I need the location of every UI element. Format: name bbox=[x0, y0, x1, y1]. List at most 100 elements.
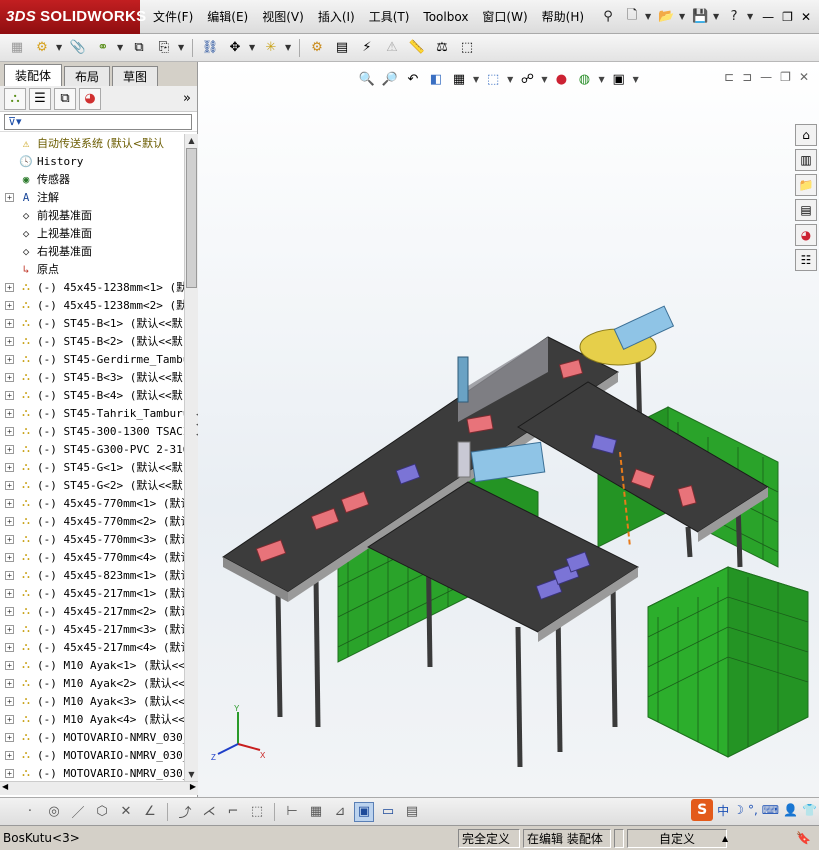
shaded-sketch-icon[interactable]: ▣ bbox=[354, 801, 374, 822]
conveyor-assembly-model[interactable] bbox=[218, 247, 818, 787]
scroll-right-icon[interactable]: ▶ bbox=[190, 782, 196, 791]
open-folder-icon[interactable]: 📂 bbox=[655, 6, 677, 28]
scene-icon[interactable]: ◍ bbox=[575, 70, 593, 88]
menu-toolbox[interactable]: Toolbox bbox=[416, 10, 475, 24]
menu-edit[interactable]: 编辑(E) bbox=[200, 8, 255, 25]
feature-manager-icon[interactable]: ⛬ bbox=[4, 87, 26, 110]
expand-icon[interactable]: + bbox=[5, 570, 14, 580]
fasteners-dropdown-icon[interactable]: ▼ bbox=[285, 43, 293, 52]
status-units[interactable]: 自定义 bbox=[627, 828, 727, 848]
minimize-icon[interactable]: — bbox=[762, 10, 774, 24]
polygon-icon[interactable]: ⬡ bbox=[92, 802, 112, 822]
section-view-icon[interactable]: ⬚ bbox=[456, 37, 478, 59]
previous-view-icon[interactable]: ↶ bbox=[404, 70, 422, 88]
graphics-area[interactable]: 🔍 🔎 ↶ ◧ ▦ ▼ ⬚ ▼ ☍ ▼ ● ◍ ▼ ▣ ▼ ⊏ ⊐ — ❐ ✕ ⌂ ▥ 📁… bbox=[198, 62, 819, 797]
expand-icon[interactable]: + bbox=[5, 372, 14, 382]
expand-icon[interactable]: + bbox=[5, 534, 14, 544]
dimension-icon[interactable]: ⊢ bbox=[282, 802, 302, 822]
gear-icon[interactable]: ⚙ bbox=[306, 37, 328, 59]
file-explorer-icon[interactable]: 📁 bbox=[795, 174, 817, 196]
section-view-icon[interactable]: ◧ bbox=[427, 70, 445, 88]
appearances-icon[interactable]: ◕ bbox=[795, 224, 817, 246]
punctuation-icon[interactable]: °, bbox=[748, 803, 758, 817]
design-library-icon[interactable]: ▥ bbox=[795, 149, 817, 171]
mirror-icon[interactable]: ⋌ bbox=[199, 802, 219, 822]
expand-icon[interactable]: + bbox=[5, 318, 14, 328]
tree-node[interactable]: + ⛬ (-) 45x45-1238mm<2> (默 bbox=[0, 296, 184, 314]
split-left-icon[interactable]: ⊏ bbox=[724, 70, 734, 84]
tree-node[interactable]: + ⛬ (-) ST45-B<1> (默认<<默 bbox=[0, 314, 184, 332]
line-icon[interactable]: ／ bbox=[68, 802, 88, 822]
doc-close-icon[interactable]: ✕ bbox=[799, 70, 809, 84]
scene-dropdown-icon[interactable]: ▼ bbox=[598, 75, 604, 84]
pin-icon[interactable]: ⚲ bbox=[597, 6, 619, 28]
tree-node[interactable]: ↳ 原点 bbox=[0, 260, 184, 278]
expand-icon[interactable]: + bbox=[5, 192, 14, 202]
ime-logo[interactable]: S bbox=[691, 799, 714, 821]
tree-horizontal-scrollbar[interactable]: ◀ ▶ bbox=[0, 781, 198, 795]
solidworks-logo[interactable]: 3DS SOLIDWORKS bbox=[0, 0, 146, 34]
expand-icon[interactable]: + bbox=[5, 642, 14, 652]
expand-icon[interactable]: + bbox=[5, 606, 14, 616]
appearance-icon[interactable]: ● bbox=[552, 70, 570, 88]
expand-icon[interactable]: + bbox=[5, 426, 14, 436]
menu-tools[interactable]: 工具(T) bbox=[362, 8, 417, 25]
assembly-dropdown-icon[interactable]: ▼ bbox=[117, 43, 125, 52]
chevron-right-icon[interactable]: » bbox=[183, 91, 191, 106]
smart-fasteners-icon[interactable]: ✳ bbox=[260, 37, 282, 59]
doc-restore-icon[interactable]: ❐ bbox=[780, 70, 791, 84]
expand-icon[interactable]: + bbox=[5, 300, 14, 310]
tree-node[interactable]: + ⛬ (-) 45x45-770mm<4> (默认 bbox=[0, 548, 184, 566]
menu-view[interactable]: 视图(V) bbox=[255, 8, 311, 25]
display-dropdown-icon[interactable]: ▼ bbox=[541, 75, 547, 84]
tree-node[interactable]: ◇ 上视基准面 bbox=[0, 224, 184, 242]
tree-node[interactable]: 🕓 History bbox=[0, 152, 184, 170]
grid-icon[interactable]: ▦ bbox=[306, 802, 326, 822]
options-icon[interactable]: ⚙ bbox=[31, 37, 53, 59]
expand-icon[interactable]: + bbox=[5, 552, 14, 562]
new-dropdown-icon[interactable]: ▼ bbox=[645, 12, 653, 21]
tree-node[interactable]: + ⛬ (-) ST45-300-1300 TSACI bbox=[0, 422, 184, 440]
tree-node[interactable]: + ⛬ (-) ST45-B<4> (默认<<默 bbox=[0, 386, 184, 404]
tree-node[interactable]: + ⛬ (-) ST45-G<1> (默认<<默 bbox=[0, 458, 184, 476]
display-style-icon[interactable]: ☍ bbox=[518, 70, 536, 88]
tree-node[interactable]: + ⛬ (-) ST45-Gerdirme_Tambu bbox=[0, 350, 184, 368]
menu-insert[interactable]: 插入(I) bbox=[311, 8, 362, 25]
zoom-to-area-icon[interactable]: 🔎 bbox=[381, 70, 399, 88]
expand-icon[interactable]: + bbox=[5, 336, 14, 346]
open-dropdown-icon[interactable]: ▼ bbox=[679, 12, 687, 21]
restore-icon[interactable]: ❐ bbox=[782, 10, 793, 24]
settings-dropdown-icon[interactable]: ▼ bbox=[633, 75, 639, 84]
tree-node[interactable]: ◉ 传感器 bbox=[0, 170, 184, 188]
circle-icon[interactable]: ◎ bbox=[44, 802, 64, 822]
help-dropdown-icon[interactable]: ▼ bbox=[747, 12, 755, 21]
assembly-icon[interactable]: ⚭ bbox=[92, 37, 114, 59]
expand-icon[interactable]: + bbox=[5, 462, 14, 472]
tree-node[interactable]: + ⛬ (-) 45x45-770mm<3> (默认 bbox=[0, 530, 184, 548]
property-manager-icon[interactable]: ☰ bbox=[29, 87, 51, 110]
keyboard-icon[interactable]: ⌨ bbox=[762, 803, 779, 817]
expand-icon[interactable]: + bbox=[5, 516, 14, 526]
options-dropdown-icon[interactable]: ▼ bbox=[56, 43, 64, 52]
expand-icon[interactable]: + bbox=[5, 768, 14, 778]
expand-icon[interactable]: + bbox=[5, 282, 14, 292]
menu-help[interactable]: 帮助(H) bbox=[535, 8, 591, 25]
expand-icon[interactable]: + bbox=[5, 732, 14, 742]
close-icon[interactable]: ✕ bbox=[801, 10, 811, 24]
attach-icon[interactable]: 📎 bbox=[67, 37, 89, 59]
tree-node[interactable]: + ⛬ (-) 45x45-217mm<1> (默认 bbox=[0, 584, 184, 602]
make-drawing-icon[interactable]: ▦ bbox=[6, 37, 28, 59]
tree-node[interactable]: + A 注解 bbox=[0, 188, 184, 206]
expand-icon[interactable]: + bbox=[5, 678, 14, 688]
tree-node[interactable]: + ⛬ (-) ST45-G300-PVC 2-316 bbox=[0, 440, 184, 458]
new-document-icon[interactable]: 🗋 bbox=[621, 6, 643, 28]
tree-vertical-scrollbar[interactable]: ▲ ▼ bbox=[184, 134, 198, 781]
angle-icon[interactable]: ∠ bbox=[140, 802, 160, 822]
expand-icon[interactable]: + bbox=[5, 498, 14, 508]
expand-icon[interactable]: + bbox=[5, 660, 14, 670]
rapid-sketch-icon[interactable]: ▭ bbox=[378, 802, 398, 822]
tree-node[interactable]: + ⛬ (-) M10 Ayak<4> (默认<< bbox=[0, 710, 184, 728]
tree-node[interactable]: ◇ 右视基准面 bbox=[0, 242, 184, 260]
filter-input[interactable]: ⊽▾ bbox=[4, 113, 192, 130]
tree-node[interactable]: + ⛬ (-) ST45-B<3> (默认<<默 bbox=[0, 368, 184, 386]
